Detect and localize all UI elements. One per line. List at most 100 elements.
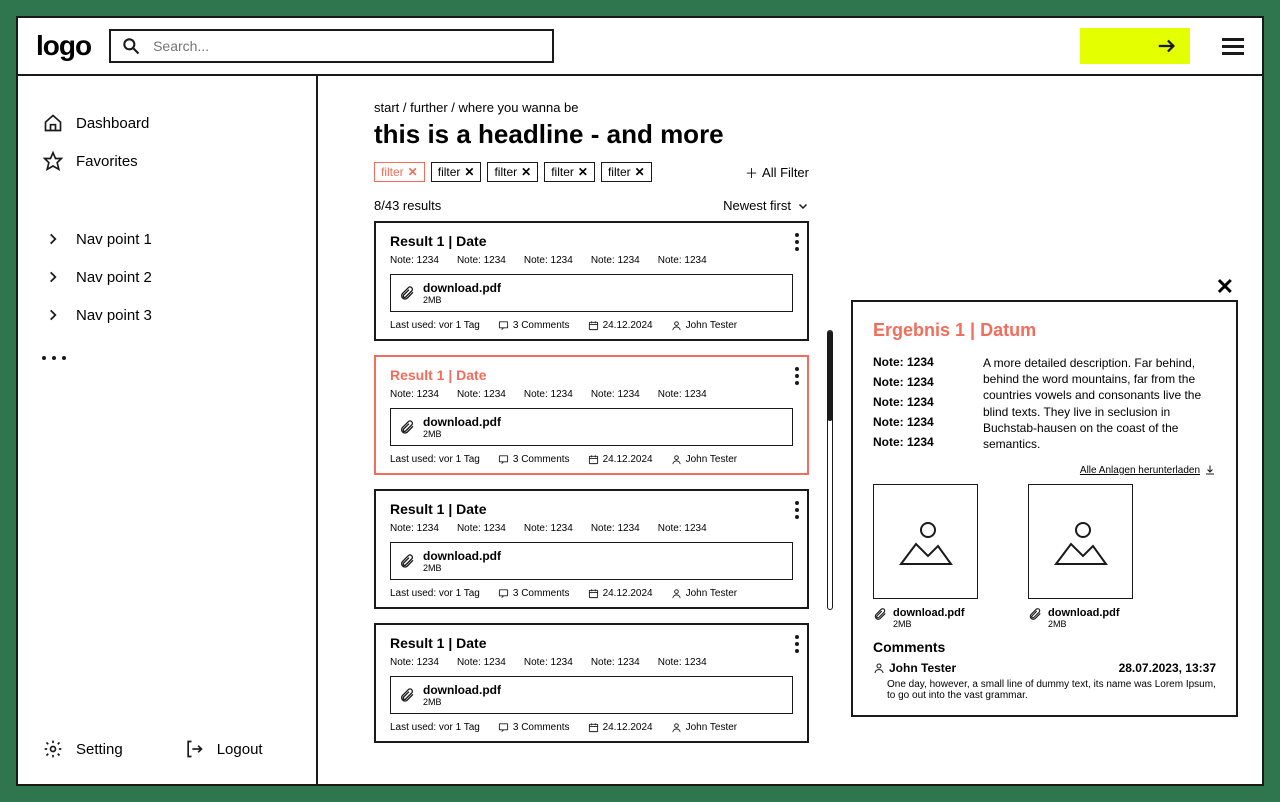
close-icon[interactable]: ✕ [578, 165, 588, 179]
sidebar-item-dashboard[interactable]: Dashboard [42, 104, 292, 142]
comments-count[interactable]: 3 Comments [498, 588, 570, 599]
primary-action-button[interactable] [1080, 28, 1190, 64]
detail-note: Note: 1234 [873, 395, 963, 409]
star-icon [42, 150, 64, 172]
result-card[interactable]: Result 1 | Date Note: 1234Note: 1234Note… [374, 221, 809, 341]
menu-icon[interactable] [1222, 38, 1244, 55]
image-placeholder [873, 484, 978, 599]
breadcrumb[interactable]: start / further / where you wanna be [374, 100, 809, 115]
paperclip-icon [399, 687, 415, 703]
detail-panel: ✕ Ergebnis 1 | Datum Note: 1234 Note: 12… [851, 300, 1238, 717]
result-note: Note: 1234 [591, 523, 640, 534]
result-note: Note: 1234 [591, 255, 640, 266]
logout-icon [183, 738, 205, 760]
kebab-menu-icon[interactable] [795, 367, 799, 385]
chevron-down-icon [797, 200, 809, 212]
home-icon [42, 112, 64, 134]
close-icon[interactable]: ✕ [521, 165, 531, 179]
arrow-right-icon [1156, 35, 1178, 57]
result-author: John Tester [671, 588, 738, 599]
result-download[interactable]: download.pdf 2MB [390, 274, 793, 312]
result-card[interactable]: Result 1 | Date Note: 1234Note: 1234Note… [374, 623, 809, 743]
paperclip-icon [873, 607, 887, 621]
download-size: 2MB [423, 697, 501, 707]
attachment-size: 2MB [893, 619, 964, 629]
gear-icon [42, 738, 64, 760]
download-all-link[interactable]: Alle Anlagen herunterladen [873, 464, 1216, 476]
kebab-menu-icon[interactable] [795, 233, 799, 251]
kebab-menu-icon[interactable] [795, 501, 799, 519]
comments-count[interactable]: 3 Comments [498, 454, 570, 465]
download-size: 2MB [423, 295, 501, 305]
result-card[interactable]: Result 1 | Date Note: 1234 Note: 1234 Note… [374, 489, 809, 609]
comments-count[interactable]: 3 Comments [498, 320, 570, 331]
comments-count[interactable]: 3 Comments [498, 722, 570, 733]
all-filter-label: All Filter [762, 165, 809, 180]
close-icon[interactable]: ✕ [635, 165, 645, 179]
result-card[interactable]: Result 1 | Date Note: 1234Note: 1234Note… [374, 355, 809, 475]
paperclip-icon [1028, 607, 1042, 621]
all-filter-button[interactable]: ＋ All Filter [745, 163, 809, 182]
close-icon[interactable]: ✕ [1216, 274, 1234, 300]
image-placeholder [1028, 484, 1133, 599]
result-note: Note: 1234 [390, 255, 439, 266]
plus-icon: ＋ [745, 163, 758, 182]
sidebar-navpoint-1[interactable]: Nav point 1 [42, 220, 292, 258]
attachment-name: download.pdf [1048, 607, 1119, 619]
attachment-size: 2MB [1048, 619, 1119, 629]
sort-dropdown[interactable]: Newest first [723, 198, 809, 213]
result-date: 24.12.2024 [588, 454, 653, 465]
sidebar-navpoint-2[interactable]: Nav point 2 [42, 258, 292, 296]
filter-label: filter [438, 165, 461, 179]
last-used: Last used: vor 1 Tag [390, 454, 480, 465]
scrollbar-thumb[interactable] [827, 331, 833, 421]
last-used: Last used: vor 1 Tag [390, 320, 480, 331]
close-icon[interactable]: ✕ [464, 165, 474, 179]
chevron-right-icon [42, 304, 64, 326]
result-note: Note: 1234 [524, 255, 573, 266]
result-note: Note: 1234 [390, 657, 439, 668]
search-input[interactable] [153, 38, 542, 54]
result-note: Note: 1234 [457, 657, 506, 668]
result-note: Note: 1234 [591, 657, 640, 668]
sort-label: Newest first [723, 198, 791, 213]
result-download[interactable]: download.pdf 2MB [390, 542, 793, 580]
comment-date: 28.07.2023, 13:37 [1119, 661, 1216, 675]
chevron-right-icon [42, 228, 64, 250]
user-icon [873, 662, 885, 674]
sidebar-item-label: Nav point 2 [76, 269, 152, 286]
filter-chip[interactable]: filter ✕ [601, 162, 652, 182]
result-note: Note: 1234 [658, 389, 707, 400]
attachment-download[interactable]: download.pdf 2MB [1028, 607, 1133, 629]
close-icon[interactable]: ✕ [408, 165, 418, 179]
sidebar-item-setting[interactable]: Setting [42, 730, 123, 768]
filter-chip[interactable]: filter ✕ [374, 162, 425, 182]
result-note: Note: 1234 [658, 523, 707, 534]
last-used: Last used: vor 1 Tag [390, 588, 480, 599]
filter-chip[interactable]: filter ✕ [431, 162, 482, 182]
result-download[interactable]: download.pdf 2MB [390, 408, 793, 446]
filter-chip[interactable]: filter ✕ [487, 162, 538, 182]
download-size: 2MB [423, 429, 501, 439]
comment-text: One day, however, a small line of dummy … [873, 679, 1216, 701]
sidebar-navpoint-3[interactable]: Nav point 3 [42, 296, 292, 334]
result-note: Note: 1234 [658, 657, 707, 668]
attachment-download[interactable]: download.pdf 2MB [873, 607, 978, 629]
detail-description: A more detailed description. Far behind,… [983, 355, 1216, 452]
sidebar-item-favorites[interactable]: Favorites [42, 142, 292, 180]
detail-note: Note: 1234 [873, 355, 963, 369]
detail-title: Ergebnis 1 | Datum [873, 320, 1216, 341]
search-input-wrap[interactable] [109, 29, 554, 63]
result-title: Result 1 | Date [390, 501, 793, 517]
kebab-menu-icon[interactable] [795, 635, 799, 653]
result-note: Note: 1234 [524, 523, 573, 534]
sidebar-item-logout[interactable]: Logout [183, 730, 263, 768]
result-date: 24.12.2024 [588, 320, 653, 331]
result-note: Note: 1234 [457, 389, 506, 400]
scrollbar[interactable] [825, 100, 835, 784]
results-count: 8/43 results [374, 198, 441, 213]
result-download[interactable]: download.pdf 2MB [390, 676, 793, 714]
result-note: Note: 1234 [457, 523, 506, 534]
search-icon [121, 36, 141, 56]
filter-chip[interactable]: filter ✕ [544, 162, 595, 182]
